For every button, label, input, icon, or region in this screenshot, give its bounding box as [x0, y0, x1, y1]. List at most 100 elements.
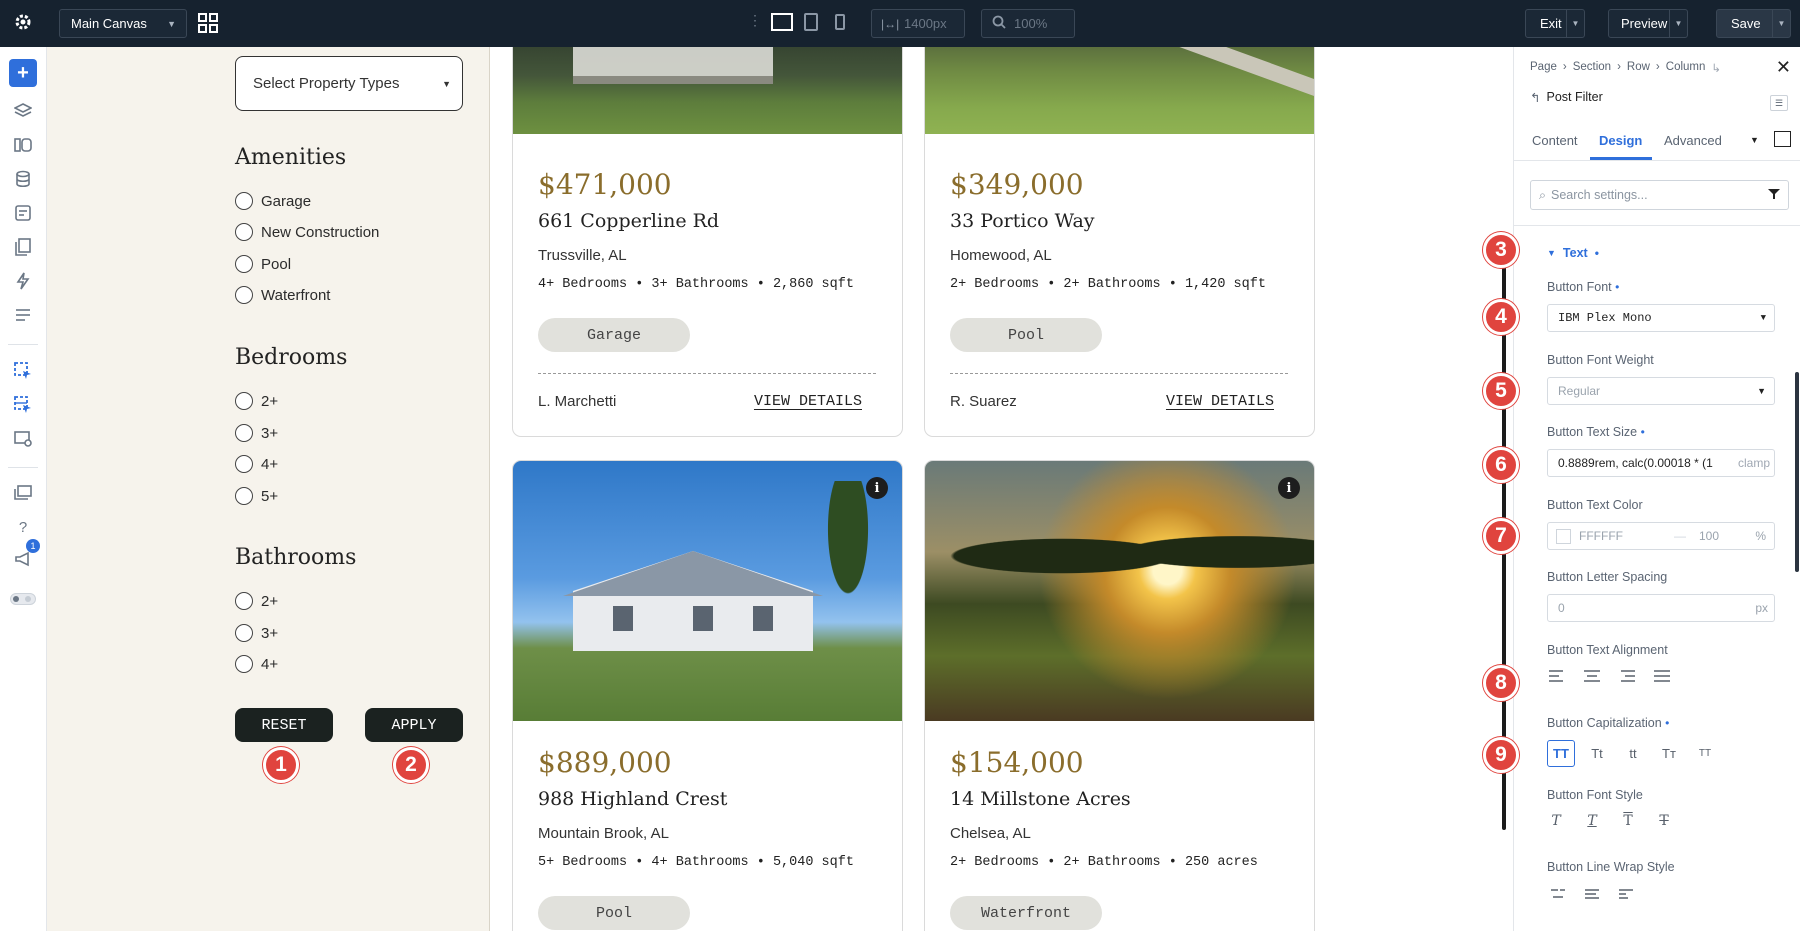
breadcrumb-item[interactable]: Row	[1627, 61, 1650, 75]
radio-button[interactable]	[235, 223, 253, 241]
lightning-icon[interactable]	[11, 269, 35, 293]
preset-icon[interactable]	[1774, 131, 1791, 147]
amenity-option[interactable]: Pool	[235, 255, 291, 273]
info-icon[interactable]: i	[866, 477, 888, 499]
scrollbar-thumb[interactable]	[1795, 372, 1799, 572]
layers-icon[interactable]	[11, 99, 35, 123]
chevron-down-icon[interactable]: ▼	[1669, 10, 1687, 37]
align-justify-icon[interactable]	[1652, 669, 1672, 683]
chevron-down-icon[interactable]: ▼	[1750, 135, 1759, 145]
listing-tag[interactable]: Garage	[538, 318, 690, 352]
gear-icon[interactable]	[14, 13, 32, 36]
preview-button[interactable]: Preview ▼	[1608, 9, 1688, 38]
amenity-option[interactable]: Garage	[235, 192, 311, 210]
tab-advanced[interactable]: Advanced	[1664, 133, 1722, 148]
listing-tag[interactable]: Pool	[538, 896, 690, 930]
chevron-down-icon[interactable]: ▼	[1566, 10, 1584, 37]
tablet-view-icon[interactable]	[804, 13, 818, 36]
text-size-input[interactable]: 0.8889rem, calc(0.00018 * (1 clamp	[1547, 449, 1775, 477]
help-icon[interactable]: ?	[11, 515, 35, 539]
reset-button[interactable]: RESET	[235, 708, 333, 742]
listing-tag[interactable]: Waterfront	[950, 896, 1102, 930]
cap-firstletter-option[interactable]: Tт	[1655, 740, 1683, 767]
width-field[interactable]: |↔| 1400px	[871, 9, 965, 38]
radio-button[interactable]	[235, 592, 253, 610]
search-settings-input[interactable]: ⌕ Search settings...	[1530, 180, 1789, 210]
database-icon[interactable]	[11, 167, 35, 191]
bathroom-option[interactable]: 2+	[235, 592, 278, 610]
cap-capitalize-option[interactable]: Tt	[1583, 740, 1611, 767]
listing-card[interactable]: $349,000 33 Portico Way Homewood, AL 2+ …	[924, 47, 1315, 437]
listing-tag[interactable]: Pool	[950, 318, 1102, 352]
tab-content[interactable]: Content	[1532, 133, 1578, 148]
radio-button[interactable]	[235, 424, 253, 442]
canvas-select[interactable]: Main Canvas ▼	[59, 9, 187, 38]
strikethrough-icon[interactable]: T	[1655, 813, 1673, 829]
amenity-option[interactable]: Waterfront	[235, 286, 330, 304]
listing-card[interactable]: i $889,000 988 Highland Crest Mountain B…	[512, 460, 903, 931]
align-left-icon[interactable]	[1547, 669, 1567, 683]
desktop-view-icon[interactable]	[771, 13, 793, 36]
bedroom-option[interactable]: 2+	[235, 392, 278, 410]
radio-button[interactable]	[235, 255, 253, 273]
radio-button[interactable]	[235, 192, 253, 210]
view-details-link[interactable]: VIEW DETAILS	[1166, 393, 1274, 410]
stack-icon[interactable]	[11, 481, 35, 505]
align-right-icon[interactable]	[1617, 669, 1637, 683]
save-button[interactable]: Save ▼	[1716, 9, 1791, 38]
megaphone-icon[interactable]: 1	[11, 539, 40, 571]
cap-smallcaps-option[interactable]: TT	[1691, 740, 1719, 767]
select-module-icon[interactable]	[11, 359, 35, 383]
theme-builder-icon[interactable]	[11, 427, 35, 451]
color-input[interactable]: FFFFFF — 100 %	[1547, 522, 1775, 550]
bedroom-option[interactable]: 5+	[235, 487, 278, 505]
opacity-value[interactable]: 100	[1699, 529, 1719, 543]
zoom-field[interactable]: 100%	[981, 9, 1075, 38]
align-center-icon[interactable]	[1582, 669, 1602, 683]
radio-button[interactable]	[235, 392, 253, 410]
property-type-select[interactable]: Select Property Types ▼	[235, 56, 463, 111]
breadcrumb-item[interactable]: Page	[1530, 61, 1557, 75]
breadcrumb-item[interactable]: Section	[1573, 61, 1611, 75]
wrap-nowrap-icon[interactable]	[1618, 888, 1634, 900]
toggle-icon[interactable]	[10, 593, 36, 605]
bedroom-option[interactable]: 3+	[235, 424, 278, 442]
tab-design[interactable]: Design	[1599, 133, 1642, 148]
font-weight-select[interactable]: Regular ▼	[1547, 377, 1775, 405]
overline-icon[interactable]: T	[1619, 813, 1637, 829]
letter-spacing-input[interactable]: 0 px	[1547, 594, 1775, 622]
pages-icon[interactable]	[11, 235, 35, 259]
bathroom-option[interactable]: 3+	[235, 624, 278, 642]
underline-icon[interactable]: T	[1583, 813, 1601, 829]
grid-icon[interactable]	[198, 13, 218, 38]
section-toggle[interactable]: ▼ Text •	[1547, 246, 1599, 260]
filter-icon[interactable]	[1768, 188, 1780, 203]
form-icon[interactable]	[11, 201, 35, 225]
radio-button[interactable]	[235, 455, 253, 473]
font-select[interactable]: IBM Plex Mono ▼	[1547, 304, 1775, 332]
radio-button[interactable]	[235, 286, 253, 304]
settings-list-icon[interactable]	[11, 303, 35, 327]
bathroom-option[interactable]: 4+	[235, 655, 278, 673]
wrap-pretty-icon[interactable]	[1584, 888, 1600, 900]
radio-button[interactable]	[235, 655, 253, 673]
select-row-icon[interactable]	[11, 393, 35, 417]
library-icon[interactable]	[11, 133, 35, 157]
back-icon[interactable]: ↰	[1530, 90, 1540, 105]
cap-lowercase-option[interactable]: tt	[1619, 740, 1647, 767]
radio-button[interactable]	[235, 624, 253, 642]
add-icon[interactable]: +	[9, 59, 37, 87]
info-icon[interactable]: i	[1278, 477, 1300, 499]
close-icon[interactable]: ✕	[1776, 57, 1791, 78]
view-details-link[interactable]: VIEW DETAILS	[754, 393, 862, 410]
wrap-balance-icon[interactable]	[1550, 888, 1566, 900]
cap-uppercase-option[interactable]: TT	[1547, 740, 1575, 767]
listing-card[interactable]: $471,000 661 Copperline Rd Trussville, A…	[512, 47, 903, 437]
italic-icon[interactable]: T	[1547, 813, 1565, 829]
apply-button[interactable]: APPLY	[365, 708, 463, 742]
breadcrumb-item[interactable]: Column	[1666, 61, 1706, 75]
exit-button[interactable]: Exit ▼	[1525, 9, 1585, 38]
radio-button[interactable]	[235, 487, 253, 505]
panel-menu-icon[interactable]: ☰	[1770, 95, 1788, 111]
chevron-down-icon[interactable]: ▼	[1772, 10, 1790, 37]
